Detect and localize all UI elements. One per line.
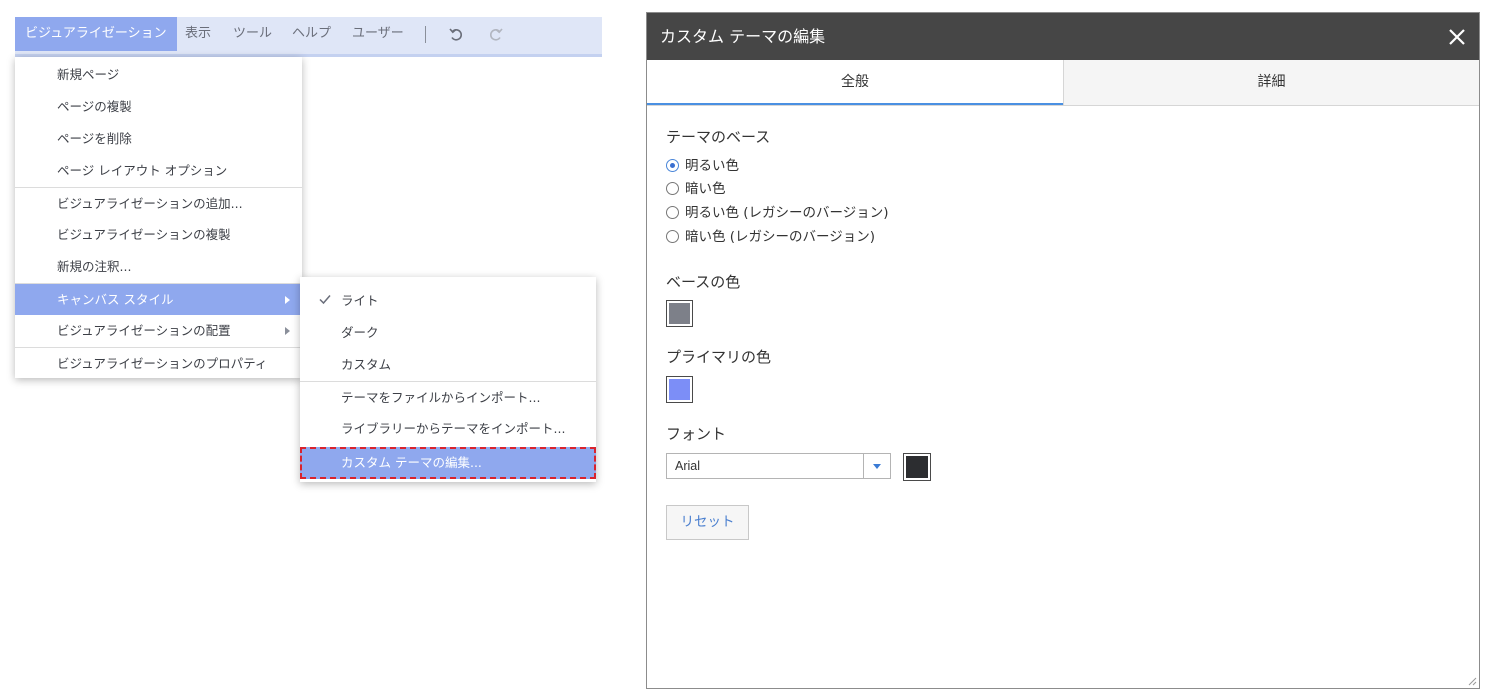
menu-item-canvas-style-label: キャンバス スタイル — [57, 292, 174, 307]
primary-color-fill — [669, 379, 690, 400]
radio-dark-label: 暗い色 — [685, 181, 726, 197]
dialog-title: カスタム テーマの編集 — [660, 27, 826, 46]
resize-grip-icon[interactable] — [1465, 674, 1477, 686]
submenu-item-light[interactable]: ライト — [300, 285, 596, 317]
close-icon[interactable] — [1447, 27, 1467, 47]
dialog-tabs: 全般 詳細 — [647, 60, 1479, 106]
base-color-fill — [669, 303, 690, 324]
menu-item-page-layout-options[interactable]: ページ レイアウト オプション — [15, 155, 302, 187]
menubar: ビジュアライゼーション 表示 ツール ヘルプ ユーザー — [15, 17, 602, 57]
menu-help[interactable]: ヘルプ — [292, 17, 331, 51]
menu-item-visualization-properties[interactable]: ビジュアライゼーションのプロパティ — [15, 347, 302, 379]
dialog-titlebar: カスタム テーマの編集 — [647, 13, 1479, 60]
submenu-item-import-theme-file[interactable]: テーマをファイルからインポート... — [300, 381, 596, 413]
menu-user[interactable]: ユーザー — [352, 17, 404, 51]
radio-light-legacy-label: 明るい色 (レガシーのバージョン) — [685, 205, 889, 221]
undo-icon[interactable] — [447, 25, 465, 43]
radio-dark-legacy-label: 暗い色 (レガシーのバージョン) — [685, 229, 876, 245]
submenu-item-dark[interactable]: ダーク — [300, 317, 596, 349]
menu-visualization[interactable]: ビジュアライゼーション — [15, 17, 177, 51]
submenu-item-edit-custom-theme[interactable]: カスタム テーマの編集... — [300, 447, 596, 479]
visualization-menu: 新規ページ ページの複製 ページを削除 ページ レイアウト オプション ビジュア… — [15, 57, 302, 378]
submenu-arrow-icon — [285, 327, 290, 335]
submenu-item-custom[interactable]: カスタム — [300, 349, 596, 381]
redo-icon[interactable] — [487, 25, 505, 43]
font-color-swatch[interactable] — [903, 453, 931, 481]
radio-dark-legacy[interactable]: 暗い色 (レガシーのバージョン) — [666, 226, 875, 248]
radio-light-label: 明るい色 — [685, 158, 739, 174]
theme-base-label: テーマのベース — [666, 128, 771, 146]
radio-unselected-icon — [666, 205, 679, 219]
menubar-separator — [425, 26, 426, 43]
base-color-swatch[interactable] — [666, 300, 693, 327]
check-icon — [319, 295, 331, 305]
menu-item-duplicate-visualization[interactable]: ビジュアライゼーションの複製 — [15, 219, 302, 251]
radio-unselected-icon — [666, 181, 679, 195]
canvas-style-submenu: ライト ダーク カスタム テーマをファイルからインポート... ライブラリーから… — [300, 277, 596, 482]
reset-button[interactable]: リセット — [666, 505, 749, 540]
menu-view[interactable]: 表示 — [185, 17, 211, 51]
primary-color-label: プライマリの色 — [666, 348, 772, 366]
dropdown-button[interactable] — [863, 454, 890, 478]
menu-item-arrange-visualizations[interactable]: ビジュアライゼーションの配置 — [15, 315, 302, 347]
menu-item-delete-page[interactable]: ページを削除 — [15, 123, 302, 155]
radio-light[interactable]: 明るい色 — [666, 155, 739, 177]
menu-item-duplicate-page[interactable]: ページの複製 — [15, 91, 302, 123]
font-select[interactable]: Arial — [666, 453, 891, 479]
radio-light-legacy[interactable]: 明るい色 (レガシーのバージョン) — [666, 202, 889, 224]
chevron-down-icon — [873, 464, 881, 469]
menu-tools[interactable]: ツール — [233, 17, 272, 51]
base-color-label: ベースの色 — [666, 273, 741, 291]
menu-item-new-annotation[interactable]: 新規の注釈... — [15, 251, 302, 283]
menu-item-new-page[interactable]: 新規ページ — [15, 59, 302, 91]
menu-item-canvas-style[interactable]: キャンバス スタイル — [15, 283, 302, 315]
font-color-fill — [906, 456, 928, 478]
tab-details[interactable]: 詳細 — [1063, 60, 1479, 105]
menu-item-add-visualization[interactable]: ビジュアライゼーションの追加... — [15, 187, 302, 219]
edit-custom-theme-dialog: カスタム テーマの編集 全般 詳細 テーマのベース 明るい色 暗い色 明るい色 … — [646, 12, 1480, 689]
radio-selected-icon — [666, 158, 679, 172]
font-label: フォント — [666, 425, 727, 443]
font-select-value: Arial — [675, 459, 701, 473]
submenu-arrow-icon — [285, 296, 290, 304]
radio-dark[interactable]: 暗い色 — [666, 178, 726, 200]
tab-general[interactable]: 全般 — [647, 60, 1063, 105]
primary-color-swatch[interactable] — [666, 376, 693, 403]
submenu-item-import-theme-library[interactable]: ライブラリーからテーマをインポート... — [300, 413, 596, 445]
radio-unselected-icon — [666, 229, 679, 243]
menu-item-arrange-label: ビジュアライゼーションの配置 — [57, 323, 231, 338]
submenu-item-light-label: ライト — [341, 293, 379, 308]
